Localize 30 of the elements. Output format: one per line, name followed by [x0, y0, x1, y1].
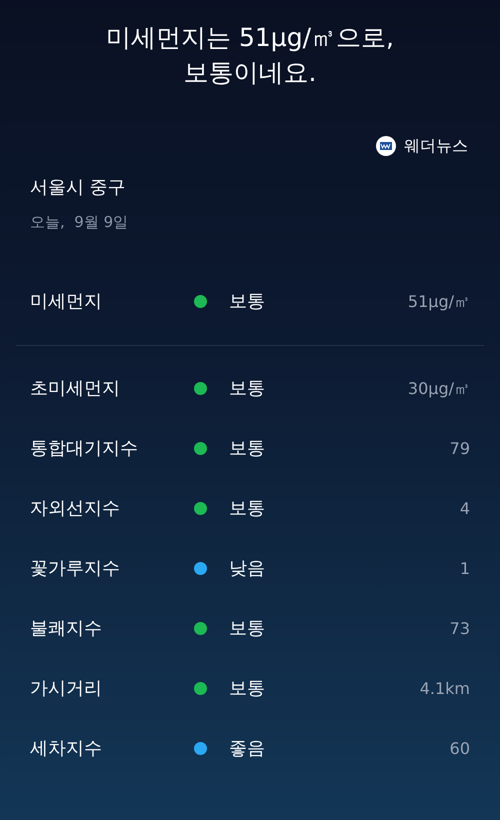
- status-grade: 낮음: [229, 557, 266, 581]
- indicator-name: 불쾌지수: [30, 617, 103, 641]
- indicator-value: 79: [450, 438, 470, 460]
- source-name: 웨더뉴스: [404, 135, 468, 157]
- indicator-name: 자외선지수: [30, 497, 121, 521]
- indicator-name: 초미세먼지: [30, 377, 121, 401]
- indicator-value: 73: [450, 618, 470, 640]
- status-grade: 보통: [229, 677, 266, 701]
- status-grade: 보통: [229, 437, 266, 461]
- indicator-value: 60: [450, 738, 470, 760]
- indicator-value: 30μg/㎥: [408, 378, 470, 400]
- status-grade: 보통: [229, 497, 266, 521]
- indicator-value: 51μg/㎥: [408, 290, 470, 312]
- date-text: 오늘, 9월 9일: [29, 212, 130, 233]
- indicator-name: 세차지수: [30, 737, 103, 761]
- news-logo-icon: [376, 136, 396, 156]
- headline-text: 보통이네요.: [182, 57, 318, 89]
- headline-text: 미세먼지는 51μg/㎥으로,: [105, 22, 395, 54]
- status-grade: 보통: [229, 377, 266, 401]
- indicator-name: 통합대기지수: [30, 437, 139, 461]
- indicator-name: 가시거리: [30, 677, 103, 701]
- indicator-value: 4.1km: [420, 678, 470, 700]
- status-grade: 보통: [229, 617, 266, 641]
- status-grade: 좋음: [229, 737, 266, 761]
- indicator-value: 4: [460, 498, 470, 520]
- status-grade: 보통: [229, 290, 266, 314]
- location-text: 서울시 중구: [29, 176, 127, 200]
- indicator-name: 미세먼지: [30, 290, 103, 314]
- indicator-value: 1: [460, 558, 470, 580]
- indicator-name: 꽃가루지수: [30, 557, 121, 581]
